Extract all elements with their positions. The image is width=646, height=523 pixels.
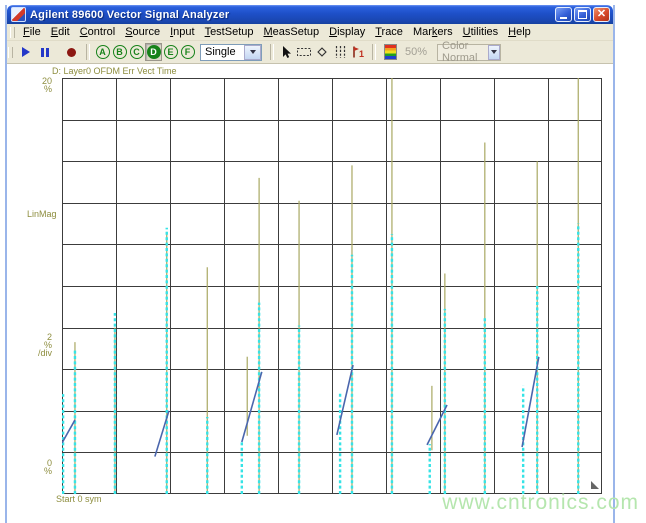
sweep-mode-select[interactable]: Single (200, 43, 262, 61)
trace-button-f[interactable]: F (179, 43, 196, 61)
toolbar-separator (372, 44, 376, 60)
minimize-button[interactable] (555, 7, 572, 22)
trace-button-group: ABCDEF (94, 43, 196, 61)
maximize-button[interactable] (574, 7, 591, 22)
window-title: Agilent 89600 Vector Signal Analyzer (30, 8, 230, 21)
axis-end-marker (591, 481, 599, 489)
menu-bar: File Edit Control Source Input TestSetup MeasS… (7, 24, 613, 41)
trace-button-e[interactable]: E (162, 43, 179, 61)
menu-item-help[interactable]: Help (503, 25, 536, 39)
color-mode-value: Color Normal (442, 40, 478, 64)
sweep-mode-value: Single (205, 46, 236, 58)
menu-item-testsetup[interactable]: TestSetup (200, 25, 259, 39)
menu-item-input[interactable]: Input (165, 25, 199, 39)
close-button[interactable]: ✕ (593, 7, 610, 22)
watermark: www.cntronics.com (442, 491, 639, 514)
pause-icon[interactable] (41, 47, 49, 57)
measurement-display: D: Layer0 OFDM Err Vect Time 20 % LinMag… (7, 64, 613, 523)
menu-item-markers[interactable]: Markers (408, 25, 458, 39)
y-axis-unit-label: LinMag (27, 209, 57, 219)
toolbar-separator (270, 44, 274, 60)
trace-plot-area[interactable] (61, 78, 602, 494)
screen: Agilent 89600 Vector Signal Analyzer ✕ F… (0, 0, 646, 523)
marker-1-icon[interactable]: 1 (350, 44, 366, 60)
dropdown-arrow-icon[interactable] (244, 44, 261, 60)
minimize-icon (560, 17, 567, 19)
toolbar-separator (86, 44, 90, 60)
toolbar: ABCDEF Single 1 50% Color Normal (7, 40, 613, 64)
menu-item-control[interactable]: Control (75, 25, 120, 39)
close-icon: ✕ (596, 8, 607, 20)
menu-item-source[interactable]: Source (120, 25, 165, 39)
trace-title: D: Layer0 OFDM Err Vect Time (52, 66, 177, 76)
zoom-box-icon[interactable] (296, 44, 312, 60)
app-icon (11, 7, 26, 22)
dropdown-arrow-icon[interactable] (487, 44, 501, 60)
grid-lines (62, 78, 602, 494)
color-mode-select[interactable]: Color Normal (437, 40, 502, 64)
trace-ramps (61, 356, 540, 457)
menu-item-meassetup[interactable]: MeasSetup (258, 25, 324, 39)
menu-item-file[interactable]: File (18, 25, 46, 39)
trace-button-a[interactable]: A (94, 43, 111, 61)
trace-button-d[interactable]: D (145, 43, 162, 61)
diamond-marker-icon[interactable] (314, 44, 330, 60)
title-bar: Agilent 89600 Vector Signal Analyzer ✕ (7, 5, 613, 24)
zoom-level-label[interactable]: 50% (405, 46, 427, 58)
svg-text:1: 1 (359, 49, 364, 59)
band-markers-icon[interactable] (332, 44, 348, 60)
menu-item-display[interactable]: Display (324, 25, 370, 39)
menu-item-utilities[interactable]: Utilities (458, 25, 503, 39)
symbol-samples (61, 223, 580, 494)
y-axis-top-label: 20 % (41, 76, 52, 94)
toolbar-grip (8, 46, 13, 58)
play-icon[interactable] (22, 47, 30, 57)
y-axis-scale-label: 2 % /div (37, 332, 52, 358)
y-axis-bottom-label: 0 % (43, 458, 52, 476)
menu-item-trace[interactable]: Trace (370, 25, 408, 39)
app-window: Agilent 89600 Vector Signal Analyzer ✕ F… (5, 5, 615, 523)
menu-item-edit[interactable]: Edit (46, 25, 75, 39)
x-axis-start-label: Start 0 sym (56, 494, 102, 504)
record-icon[interactable] (67, 47, 76, 57)
cursor-arrow-icon[interactable] (278, 44, 294, 60)
menu-grip (10, 26, 15, 38)
trace-button-c[interactable]: C (128, 43, 145, 61)
color-scale-icon (384, 44, 397, 60)
maximize-icon (578, 10, 587, 19)
trace-button-b[interactable]: B (111, 43, 128, 61)
